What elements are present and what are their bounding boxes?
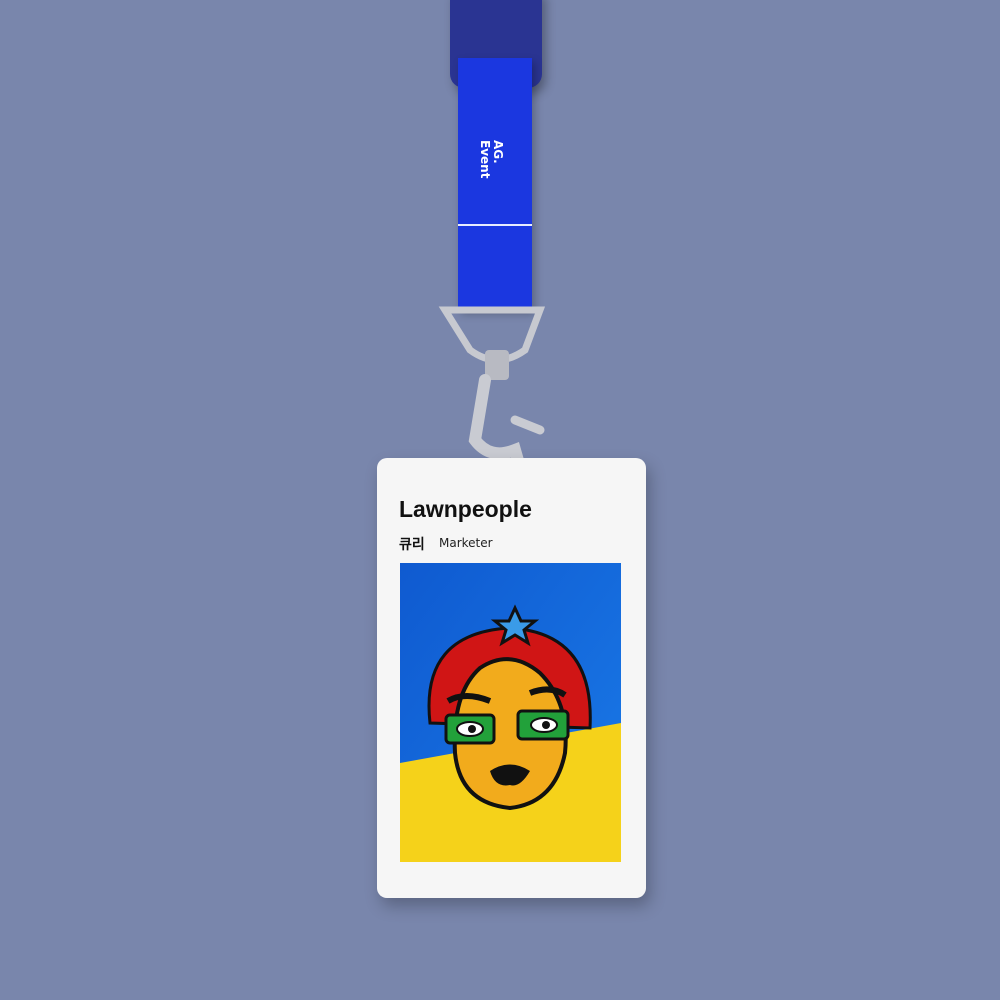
- id-badge: Lawnpeople 큐리 Marketer: [377, 458, 646, 898]
- person-role: Marketer: [439, 536, 493, 550]
- strap-seam: [458, 224, 532, 226]
- lanyard-text-line2: Event: [478, 140, 492, 179]
- portrait-illustration: [400, 563, 621, 862]
- lanyard-text: AG. Event: [478, 140, 505, 179]
- person-name: 큐리: [399, 537, 425, 553]
- organization-name: Lawnpeople: [399, 496, 532, 522]
- lanyard-text-line1: AG.: [491, 140, 505, 164]
- lanyard-strap: AG. Event: [458, 58, 532, 310]
